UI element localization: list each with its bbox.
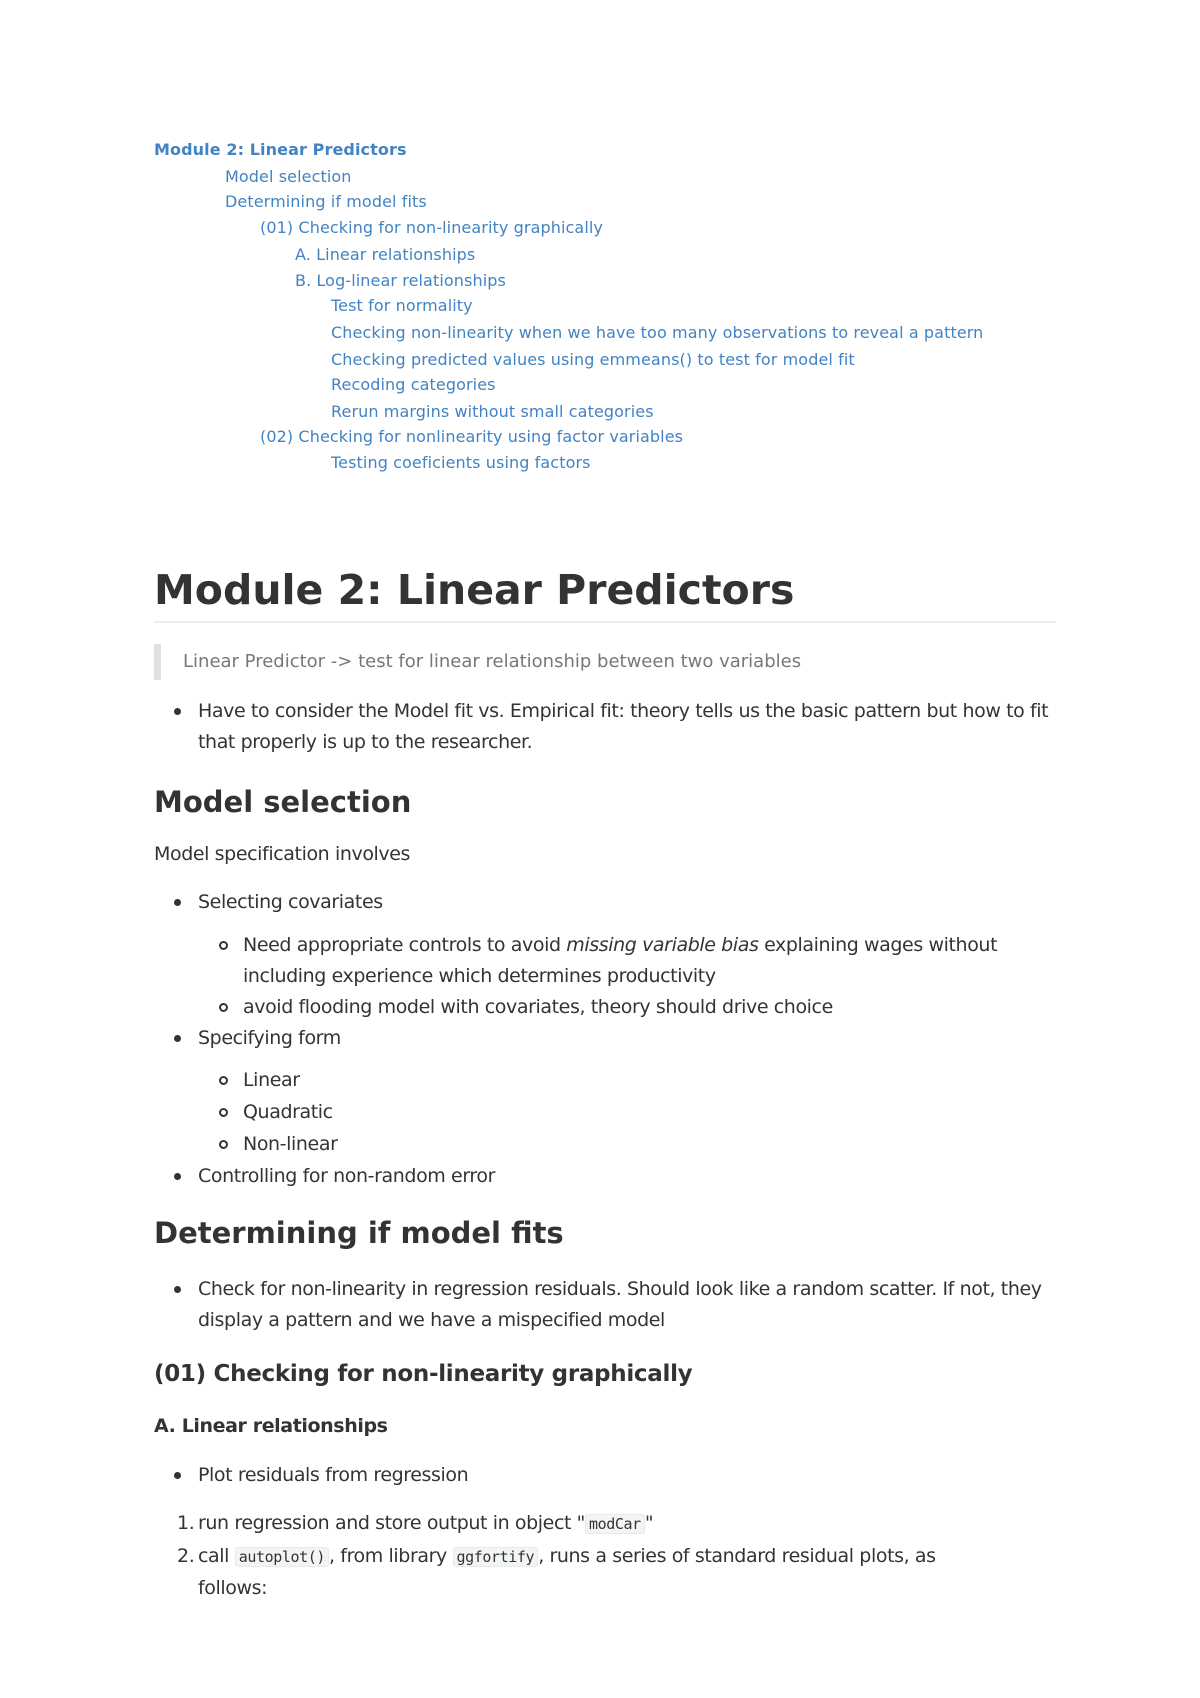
toc-link[interactable]: B. Log-linear relationships: [295, 271, 506, 290]
toc-link[interactable]: Determining if model fits: [225, 192, 427, 211]
list-item: Non-linear: [219, 1129, 338, 1160]
toc-link[interactable]: (01) Checking for non-linearity graphica…: [260, 218, 603, 237]
list-item: Plot residuals from regression: [174, 1460, 469, 1491]
list-item: Linear: [219, 1065, 300, 1096]
toc-link[interactable]: (02) Checking for nonlinearity using fac…: [260, 427, 683, 446]
list-item: Controlling for non-random error: [174, 1161, 495, 1192]
section-heading: Model selection: [154, 785, 412, 819]
bullet-icon: [219, 1076, 228, 1085]
subsection-heading: (01) Checking for non-linearity graphica…: [154, 1361, 693, 1387]
bullet-icon: [174, 708, 181, 715]
bullet-icon: [219, 941, 228, 950]
bullet-icon: [219, 1140, 228, 1149]
list-item: Quadratic: [219, 1097, 333, 1128]
list-item: Have to consider the Model fit vs. Empir…: [174, 696, 1078, 758]
list-item: Check for non-linearity in regression re…: [174, 1274, 1078, 1336]
toc-link[interactable]: Model selection: [225, 167, 352, 186]
toc-link[interactable]: Module 2: Linear Predictors: [154, 140, 407, 159]
inline-code: ggfortify: [452, 1547, 539, 1567]
toc-link[interactable]: Checking predicted values using emmeans(…: [331, 350, 855, 369]
toc-link[interactable]: Recoding categories: [331, 375, 496, 394]
bullet-icon: [174, 899, 181, 906]
toc-link[interactable]: Checking non-linearity when we have too …: [331, 323, 983, 342]
inline-code: modCar: [585, 1514, 645, 1534]
inline-code: autoplot(): [234, 1547, 329, 1567]
list-item: Specifying form: [174, 1023, 341, 1054]
bullet-icon: [219, 1003, 228, 1012]
bullet-icon: [174, 1035, 181, 1042]
ordered-list-item: 2. call autoplot(), from library ggforti…: [177, 1545, 936, 1599]
list-item: Need appropriate controls to avoid missi…: [219, 930, 1063, 992]
toc-link[interactable]: Test for normality: [331, 296, 473, 315]
ordered-list-item: 1. run regression and store output in ob…: [177, 1512, 654, 1534]
list-item: Selecting covariates: [174, 887, 383, 918]
toc-link[interactable]: A. Linear relationships: [295, 245, 475, 264]
paragraph: Model specification involves: [154, 843, 411, 865]
bullet-icon: [174, 1286, 181, 1293]
bullet-icon: [219, 1108, 228, 1117]
bullet-icon: [174, 1173, 181, 1180]
section-heading: Determining if model fits: [154, 1216, 564, 1250]
toc-link[interactable]: Testing coeficients using factors: [331, 453, 591, 472]
list-item: avoid flooding model with covariates, th…: [219, 992, 833, 1023]
subsubsection-heading: A. Linear relationships: [154, 1415, 388, 1437]
bullet-icon: [174, 1472, 181, 1479]
blockquote: Linear Predictor -> test for linear rela…: [154, 644, 1063, 680]
page-title: Module 2: Linear Predictors: [154, 566, 1056, 624]
toc-link[interactable]: Rerun margins without small categories: [331, 402, 654, 421]
